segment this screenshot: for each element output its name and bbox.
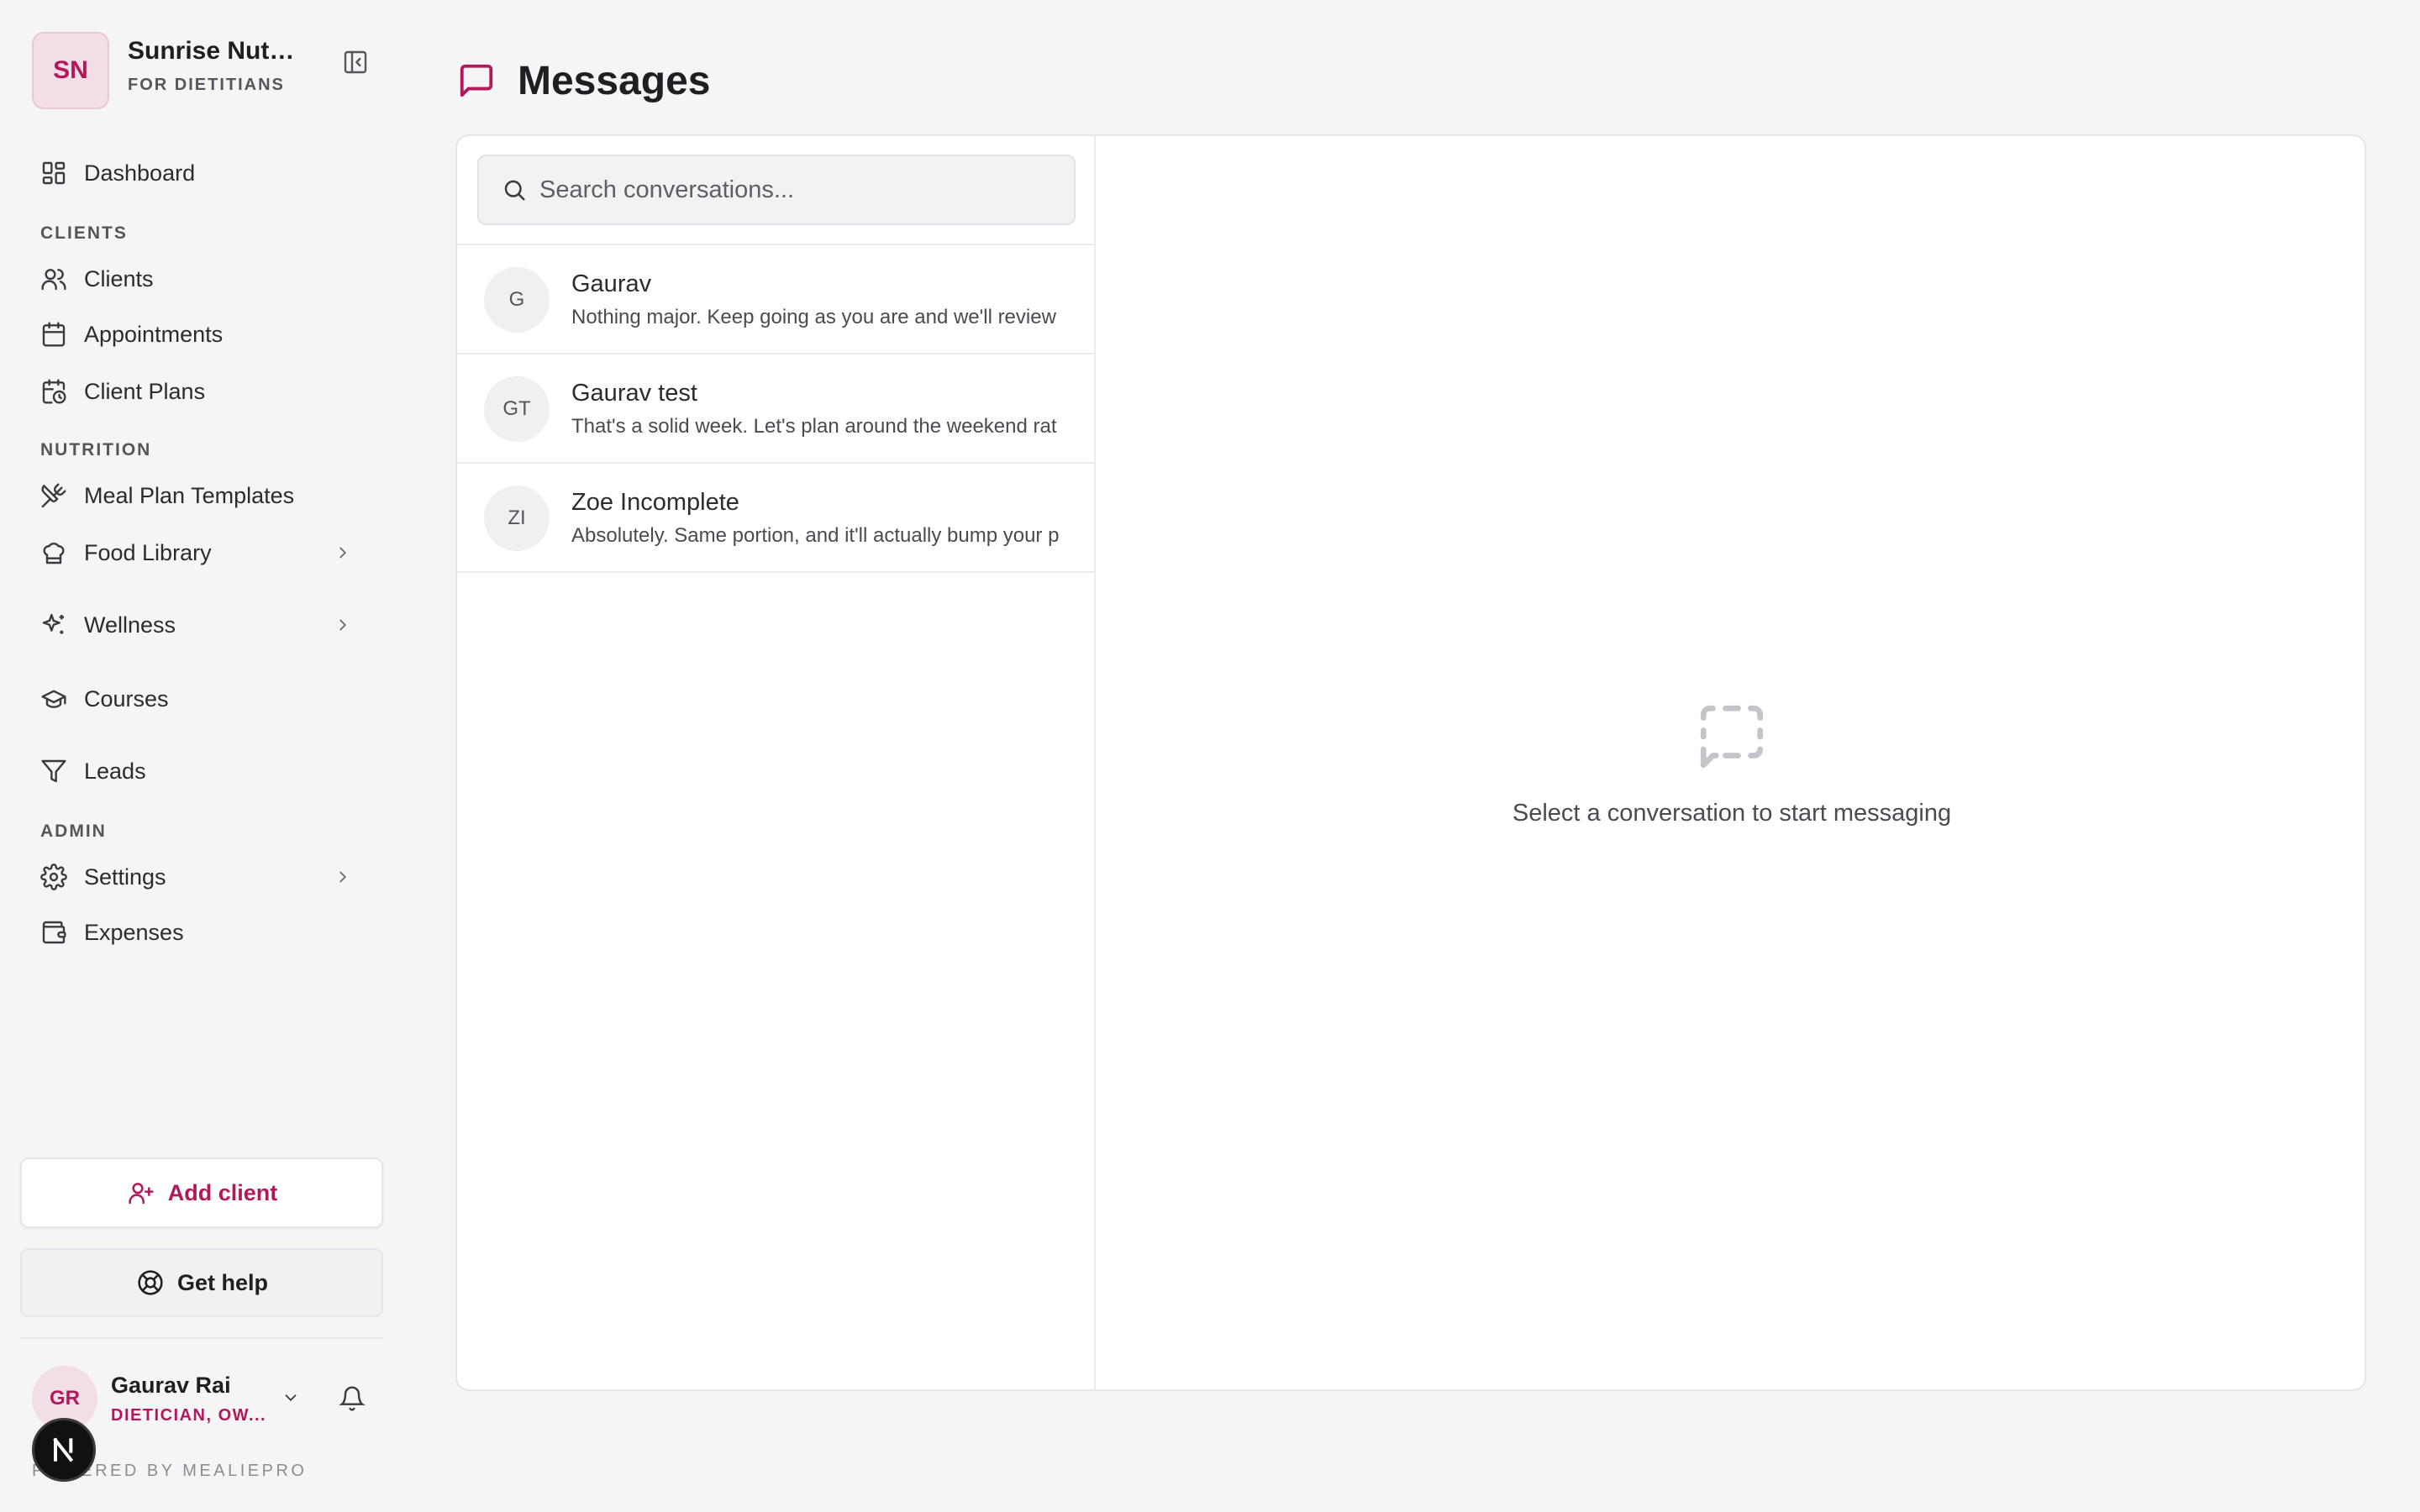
calendar-icon [37,318,71,351]
brand-name: Sunrise Nutrition [128,37,304,65]
sparkles-icon [37,608,71,642]
user-name: Gaurav Rai [111,1373,231,1398]
nav-item-settings[interactable]: Settings [37,853,373,900]
nav-item-meal-plan-templates[interactable]: Meal Plan Templates [37,472,373,519]
app-root: SN Sunrise Nutrition FOR DIETITIANS Dash… [0,0,2420,1512]
nav-label: Settings [84,864,166,890]
nav-label: Meal Plan Templates [84,482,295,508]
user-role: DIETICIAN, OW... [111,1406,267,1425]
conversation-item[interactable]: GT Gaurav test That's a solid week. Let'… [457,354,1096,464]
section-label-clients: CLIENTS [40,223,128,243]
sidebar: SN Sunrise Nutrition FOR DIETITIANS Dash… [0,0,417,1512]
conversation-name: Gaurav [571,270,652,297]
search-box[interactable] [477,155,1076,225]
conversation-name: Zoe Incomplete [571,489,739,516]
chevron-right-icon [329,539,356,566]
conversation-avatar: ZI [484,486,550,551]
message-square-dashed-icon [1700,705,1764,769]
chevron-down-icon[interactable] [277,1384,304,1411]
page-title: Messages [518,58,711,103]
panel-collapse-icon [344,50,367,74]
messages-panel: G Gaurav Nothing major. Keep going as yo… [455,134,2366,1391]
brand-header: SN Sunrise Nutrition FOR DIETITIANS [32,32,402,109]
page-header: Messages [457,54,710,108]
message-square-icon [460,64,493,97]
conversation-preview: Nothing major. Keep going as you are and… [571,306,1056,328]
gear-icon [37,860,71,894]
conversation-avatar: GT [484,376,550,442]
empty-state: Select a conversation to start messaging [1096,136,2365,1389]
search-icon [499,175,529,205]
nav-item-client-plans[interactable]: Client Plans [37,368,373,415]
chef-hat-icon [37,536,71,570]
filter-icon [37,754,71,788]
section-label-nutrition: NUTRITION [40,440,152,459]
nav-label: Expenses [84,919,184,945]
nav-label: Wellness [84,612,176,638]
users-icon [37,262,71,296]
nav-label: Courses [84,685,169,711]
add-client-label: Add client [167,1179,278,1205]
conversation-name: Gaurav test [571,380,697,407]
conversation-item[interactable]: G Gaurav Nothing major. Keep going as yo… [457,245,1096,354]
user-plus-icon [126,1178,156,1208]
nav-item-dashboard[interactable]: Dashboard [37,150,373,197]
nav-item-expenses[interactable]: Expenses [37,909,373,956]
graduation-cap-icon [37,682,71,716]
search-input[interactable] [539,176,1044,204]
chevron-right-icon [329,864,356,890]
nav-item-courses[interactable]: Courses [37,675,373,722]
section-label-admin: ADMIN [40,822,107,841]
nav-label: Food Library [84,539,212,565]
dashboard-icon [37,156,71,190]
nav-item-clients[interactable]: Clients [37,255,373,302]
nav-label: Appointments [84,321,224,347]
add-client-button[interactable]: Add client [20,1158,383,1228]
conversation-item[interactable]: ZI Zoe Incomplete Absolutely. Same porti… [457,464,1096,573]
nav-label: Leads [84,758,146,784]
nav-item-appointments[interactable]: Appointments [37,311,373,358]
brand-avatar: SN [32,32,109,109]
nav-item-wellness[interactable]: Wellness [37,601,373,648]
empty-state-text: Select a conversation to start messaging [1512,800,1952,827]
bell-icon[interactable] [334,1381,370,1416]
brand-subtitle: FOR DIETITIANS [128,76,285,94]
next-logo-icon [53,1437,74,1462]
sidebar-divider [20,1337,383,1339]
get-help-label: Get help [176,1269,268,1295]
conversation-avatar: G [484,267,550,333]
chevron-right-icon [329,612,356,638]
wallet-icon [37,916,71,949]
conversation-preview: That's a solid week. Let's plan around t… [571,415,1057,438]
nav-label: Dashboard [84,160,196,186]
life-buoy-icon [135,1268,166,1298]
utensils-crossed-icon [37,479,71,512]
calendar-clock-icon [37,375,71,408]
sidebar-collapse-button[interactable] [334,44,376,81]
nav-label: Clients [84,265,154,291]
conversation-preview: Absolutely. Same portion, and it'll actu… [571,524,1060,547]
nav-item-food-library[interactable]: Food Library [37,529,373,576]
nav-label: Client Plans [84,378,206,404]
conversation-list: G Gaurav Nothing major. Keep going as yo… [457,136,1096,1389]
nav-item-leads[interactable]: Leads [37,748,373,795]
next-dev-badge[interactable] [32,1418,96,1482]
get-help-button[interactable]: Get help [20,1248,383,1317]
